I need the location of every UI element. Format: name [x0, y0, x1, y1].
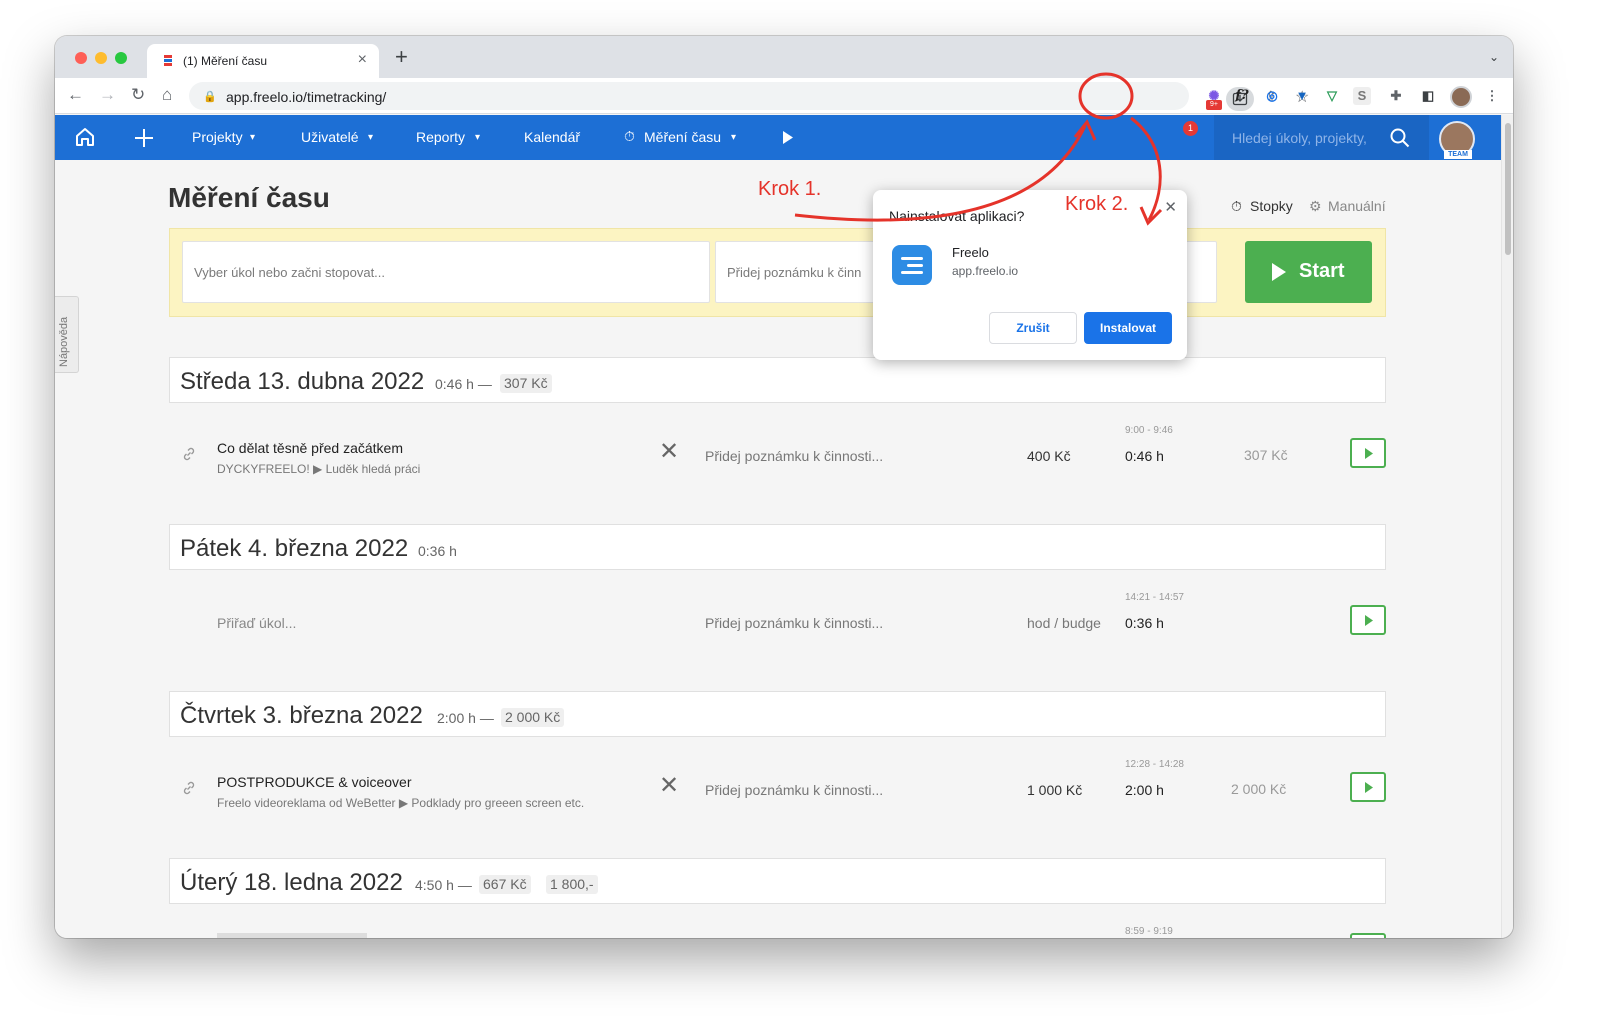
step1-arrow [794, 125, 1087, 222]
step2-arrow [1130, 116, 1162, 221]
install-icon-highlight [1078, 72, 1134, 120]
browser-window: (1) Měření času × + ⌄ ← → ↻ ⌂ 🔒 app.free… [55, 36, 1513, 938]
annotation-arrows [794, 72, 1163, 226]
